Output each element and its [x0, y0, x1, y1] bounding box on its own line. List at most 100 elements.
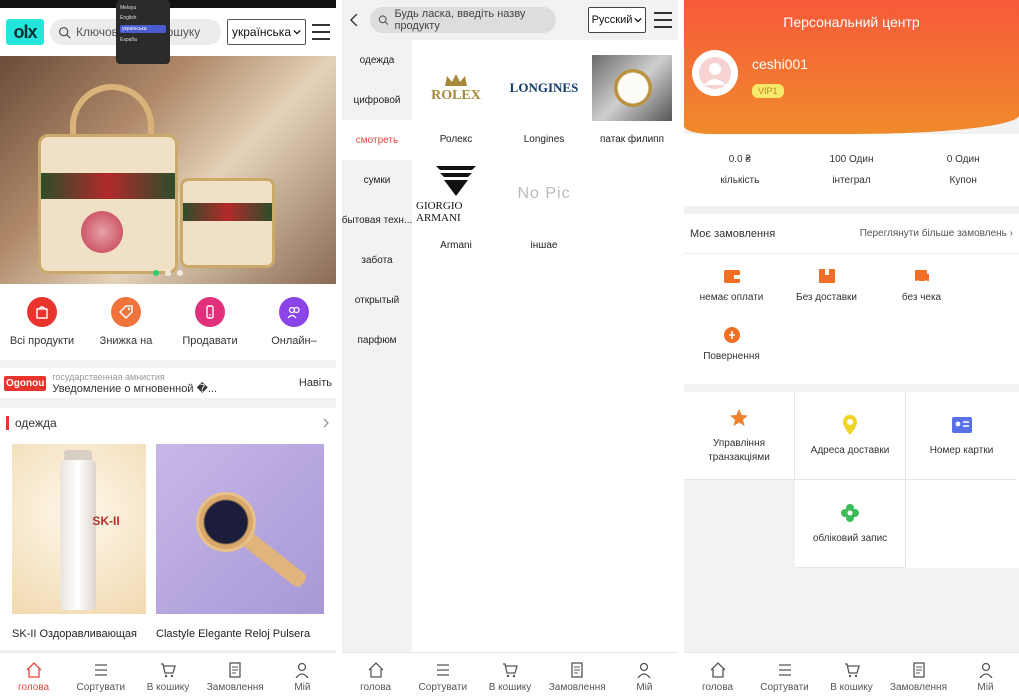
avatar[interactable] — [692, 50, 738, 96]
language-select[interactable]: українська — [227, 19, 306, 45]
back-icon[interactable] — [348, 13, 362, 27]
tab-orders[interactable]: Замовлення — [544, 653, 611, 700]
olx-logo: olx — [6, 19, 44, 45]
hero-banner[interactable] — [0, 56, 336, 284]
tab-cart[interactable]: В кошику — [476, 653, 543, 700]
product-search-input[interactable]: Будь ласка, введіть назву продукту — [369, 7, 556, 33]
lang-option[interactable]: Melayu — [120, 5, 166, 11]
product-brand: SK-II — [92, 514, 120, 528]
category-item[interactable]: сумки — [342, 160, 412, 200]
stat-coupon[interactable]: 0 Один Купон — [907, 154, 1019, 186]
bag-image-small — [180, 178, 275, 268]
stat-points[interactable]: 100 Один інтеграл — [796, 154, 908, 186]
order-unpaid[interactable]: немає оплати — [684, 266, 779, 322]
category-item[interactable]: забота — [342, 240, 412, 280]
brand-name: Longines — [523, 134, 565, 145]
watch-image — [592, 55, 672, 121]
username: ceshi001 — [752, 56, 809, 72]
list-icon — [778, 663, 791, 676]
star-icon — [730, 408, 748, 426]
category-item[interactable]: одежда — [342, 40, 412, 80]
stat-balance[interactable]: 0.0 ₴ кількість — [684, 154, 796, 186]
order-return[interactable]: Повернення — [684, 325, 779, 381]
product-card[interactable]: Clastyle Elegante Reloj Pulsera — [156, 444, 324, 650]
tab-home[interactable]: голова — [684, 653, 751, 700]
quick-all-products[interactable]: Всі продукти — [0, 284, 84, 360]
brand-logo: ROLEX — [416, 54, 496, 122]
tab-home[interactable]: голова — [0, 653, 67, 700]
category-item[interactable]: открытый — [342, 280, 412, 320]
list-icon — [94, 663, 107, 676]
document-icon — [229, 661, 241, 678]
search-placeholder: Будь ласка, введіть назву продукту — [394, 8, 526, 32]
lang-option-selected[interactable]: українська — [120, 25, 166, 33]
tab-cart[interactable]: В кошику — [134, 653, 201, 700]
grid-transactions[interactable]: Управління транзакціями — [684, 392, 795, 480]
category-item[interactable]: парфюм — [342, 320, 412, 360]
section-header[interactable]: одежда — [0, 408, 336, 438]
tab-sort[interactable]: Сортувати — [409, 653, 476, 700]
menu-icon[interactable] — [312, 24, 330, 40]
brand-name: патак филипп — [599, 134, 664, 145]
tab-profile[interactable]: Мій — [952, 653, 1019, 700]
brand-item[interactable]: GIORGIO ARMANI Armani — [412, 160, 500, 266]
id-card-icon — [951, 416, 972, 433]
brand-item[interactable]: ROLEX Ролекс — [412, 54, 500, 160]
home-icon — [710, 661, 725, 678]
language-select[interactable]: Русский — [587, 7, 647, 33]
home-icon — [368, 661, 384, 678]
order-label: Повернення — [703, 351, 760, 362]
order-unchecked[interactable]: без чека — [874, 266, 969, 322]
grid-account[interactable]: обліковий запис — [795, 480, 906, 568]
brand-item[interactable]: патак филипп — [588, 54, 676, 160]
category-item[interactable]: цифровой — [342, 80, 412, 120]
quick-discount[interactable]: Знижка на — [84, 284, 168, 360]
language-value: Русский — [591, 14, 633, 26]
tab-orders[interactable]: Замовлення — [202, 653, 269, 700]
profile-banner: Персональний центр ceshi001 VIP1 — [684, 0, 1019, 134]
carousel-dots — [0, 270, 336, 276]
notice-bar[interactable]: Ogonou государственная амнистия Уведомле… — [0, 368, 336, 398]
lang-option[interactable]: English — [120, 15, 166, 21]
user-icon — [978, 662, 993, 678]
tab-orders[interactable]: Замовлення — [885, 653, 952, 700]
product-card[interactable]: SK-II SK-II Оздоравливающая — [12, 444, 146, 650]
category-item[interactable]: бытовая техн... — [342, 200, 412, 240]
refund-icon — [723, 327, 740, 343]
tab-sort[interactable]: Сортувати — [67, 653, 134, 700]
notice-line: Уведомление о мгновенной �... — [52, 383, 218, 395]
quick-label: Онлайн– — [271, 335, 317, 347]
menu-icon[interactable] — [654, 12, 672, 28]
lang-option[interactable]: España — [120, 37, 166, 43]
brand-name: Armani — [440, 240, 472, 251]
tab-home[interactable]: голова — [342, 653, 409, 700]
brand-logo: GIORGIO ARMANI — [416, 160, 496, 228]
category-item-active[interactable]: смотреть — [342, 120, 412, 160]
grid-address[interactable]: Адреса доставки — [795, 392, 906, 480]
tag-icon — [111, 297, 141, 327]
quick-links: Всі продукти Знижка на Продавати Онлайн– — [0, 284, 336, 360]
cart-icon — [161, 662, 176, 677]
tab-profile[interactable]: Мій — [611, 653, 678, 700]
order-unshipped[interactable]: Без доставки — [779, 266, 874, 322]
notice-line: государственная амнистия — [52, 372, 165, 382]
brand-item[interactable]: No Pic іншае — [500, 160, 588, 266]
tab-label: Сортувати — [760, 681, 809, 693]
orders-more-link[interactable]: Переглянути більше замовлень › — [860, 228, 1013, 239]
tab-profile[interactable]: Мій — [269, 653, 336, 700]
user-icon — [295, 662, 309, 678]
stat-value: 0 Один — [946, 154, 980, 165]
quick-online[interactable]: Онлайн– — [252, 284, 336, 360]
product-image: SK-II — [12, 444, 146, 614]
tab-cart[interactable]: В кошику — [818, 653, 885, 700]
notice-more-link[interactable]: Навіть — [299, 377, 332, 389]
chevron-down-icon — [293, 29, 301, 35]
quick-sell[interactable]: Продавати — [168, 284, 252, 360]
grid-spacer — [684, 480, 795, 568]
tab-label: Сортувати — [76, 681, 126, 693]
brand-item[interactable]: LONGINES Longines — [500, 54, 588, 160]
tab-sort[interactable]: Сортувати — [751, 653, 818, 700]
grid-card-number[interactable]: Номер картки — [906, 392, 1017, 480]
brand-name: Ролекс — [439, 134, 473, 145]
grid-label: Управління транзакціями — [708, 437, 770, 463]
